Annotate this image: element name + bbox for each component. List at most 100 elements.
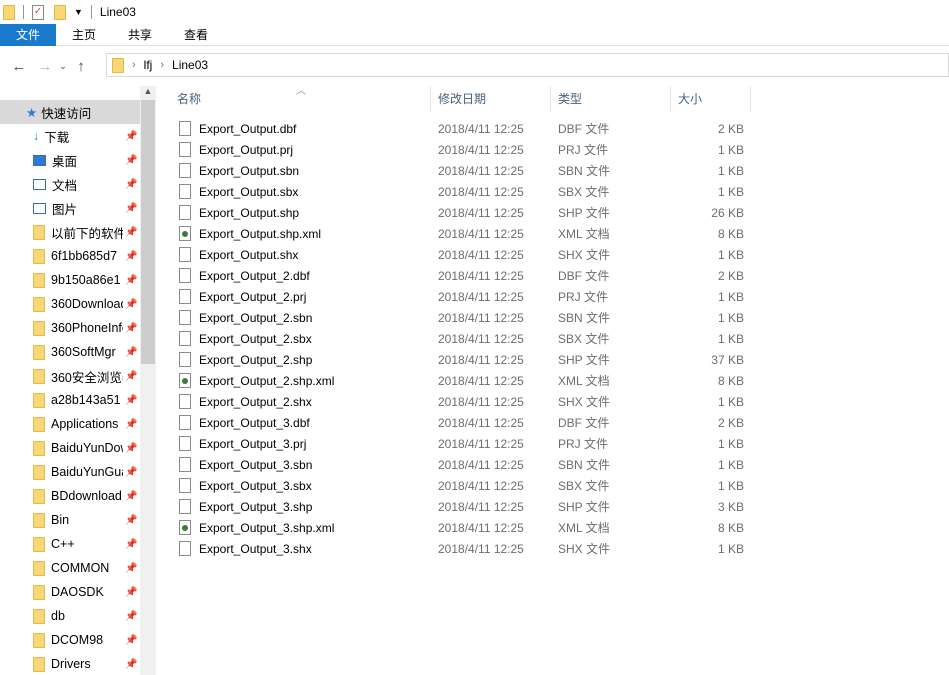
pin-icon[interactable]: 📌: [125, 539, 137, 550]
file-row[interactable]: Export_Output.shx 2018/4/11 12:25 SHX 文件 1 …: [174, 244, 754, 265]
pin-icon[interactable]: 📌: [125, 347, 137, 358]
sidebar-item[interactable]: DAOSDK 📌: [0, 580, 140, 604]
tab-view[interactable]: 查看: [168, 24, 224, 46]
pin-icon[interactable]: 📌: [125, 563, 137, 574]
pin-icon[interactable]: 📌: [125, 467, 137, 478]
sidebar-item[interactable]: 文档 📌: [0, 172, 140, 196]
pin-icon[interactable]: 📌: [125, 299, 137, 310]
sidebar-item[interactable]: BDdownload 📌: [0, 484, 140, 508]
file-row[interactable]: Export_Output_2.shp.xml 2018/4/11 12:25 XM…: [174, 370, 754, 391]
file-row[interactable]: Export_Output.dbf 2018/4/11 12:25 DBF 文件 2 …: [174, 118, 754, 139]
new-folder-icon[interactable]: [54, 4, 66, 20]
sidebar-item[interactable]: 360安全浏览器📌: [0, 364, 140, 388]
address-bar[interactable]: › lfj › Line03: [106, 53, 949, 77]
sidebar-item[interactable]: 桌面 📌: [0, 148, 140, 172]
sidebar-item-quick-access[interactable]: ★ 快速访问: [0, 100, 140, 124]
file-row[interactable]: Export_Output_3.shx 2018/4/11 12:25 SHX 文件…: [174, 538, 754, 559]
file-row[interactable]: Export_Output.prj 2018/4/11 12:25 PRJ 文件 1 …: [174, 139, 754, 160]
up-button[interactable]: ↑: [70, 58, 92, 75]
sidebar-item[interactable]: Bin 📌: [0, 508, 140, 532]
column-header-name[interactable]: 名称: [170, 86, 431, 112]
sidebar-item[interactable]: 6f1bb685d7 📌: [0, 244, 140, 268]
back-button[interactable]: ←: [8, 58, 30, 75]
sidebar-item[interactable]: 以前下的软件 📌: [0, 220, 140, 244]
file-name: Export_Output.shx: [199, 247, 299, 262]
pin-icon[interactable]: 📌: [125, 659, 137, 670]
file-size: 1 KB: [717, 478, 744, 493]
file-row[interactable]: Export_Output.sbn 2018/4/11 12:25 SBN 文件 1 …: [174, 160, 754, 181]
sidebar-item[interactable]: BaiduYunGuanjia📌: [0, 460, 140, 484]
sidebar-item[interactable]: 360Downloads📌: [0, 292, 140, 316]
sidebar-item[interactable]: 360PhoneInfo 📌: [0, 316, 140, 340]
pin-icon[interactable]: 📌: [125, 395, 137, 406]
pin-icon[interactable]: 📌: [125, 587, 137, 598]
pin-icon[interactable]: 📌: [125, 611, 137, 622]
scrollbar-thumb[interactable]: [141, 100, 155, 364]
pin-icon[interactable]: 📌: [125, 251, 137, 262]
sidebar-item-label: 桌面: [52, 154, 78, 169]
pin-icon[interactable]: 📌: [125, 491, 137, 502]
pin-icon[interactable]: 📌: [125, 443, 137, 454]
navigation-pane-scrollbar[interactable]: ▲: [140, 86, 156, 675]
file-row[interactable]: Export_Output_3.shp.xml 2018/4/11 12:25 XM…: [174, 517, 754, 538]
file-row[interactable]: Export_Output.shp.xml 2018/4/11 12:25 XML …: [174, 223, 754, 244]
customize-toolbar-icon[interactable]: ▼: [74, 7, 83, 17]
file-row[interactable]: Export_Output_2.sbx 2018/4/11 12:25 SBX 文件…: [174, 328, 754, 349]
column-header-type[interactable]: 类型: [551, 86, 671, 112]
column-header-size[interactable]: 大小: [671, 86, 751, 112]
forward-button[interactable]: →: [34, 58, 56, 75]
sidebar-item[interactable]: Applications 📌: [0, 412, 140, 436]
scroll-up-icon[interactable]: ▲: [140, 86, 156, 100]
sidebar-item[interactable]: db 📌: [0, 604, 140, 628]
file-row[interactable]: Export_Output_3.sbx 2018/4/11 12:25 SBX 文件…: [174, 475, 754, 496]
sidebar-item[interactable]: ↓ 下载 📌: [0, 124, 140, 148]
tab-share[interactable]: 共享: [112, 24, 168, 46]
pin-icon[interactable]: 📌: [125, 155, 137, 166]
breadcrumb-lfj[interactable]: lfj: [144, 58, 153, 72]
sidebar-item[interactable]: a28b143a51 📌: [0, 388, 140, 412]
pin-icon[interactable]: 📌: [125, 227, 137, 238]
sidebar-item[interactable]: BaiduYunDownload📌: [0, 436, 140, 460]
column-header-date[interactable]: 修改日期: [431, 86, 551, 112]
tab-home[interactable]: 主页: [56, 24, 112, 46]
pin-icon[interactable]: 📌: [125, 515, 137, 526]
sidebar-item[interactable]: C++ 📌: [0, 532, 140, 556]
pin-icon[interactable]: 📌: [125, 203, 137, 214]
sidebar-item[interactable]: 9b150a86e1 📌: [0, 268, 140, 292]
file-date: 2018/4/11 12:25: [438, 457, 524, 472]
file-row[interactable]: Export_Output_2.shp 2018/4/11 12:25 SHP 文件…: [174, 349, 754, 370]
recent-locations-chevron-icon[interactable]: ⌄: [56, 61, 70, 72]
file-date: 2018/4/11 12:25: [438, 247, 524, 262]
file-row[interactable]: Export_Output_2.prj 2018/4/11 12:25 PRJ 文件…: [174, 286, 754, 307]
chevron-right-icon[interactable]: ›: [160, 59, 164, 71]
sidebar-item[interactable]: DCOM98 📌: [0, 628, 140, 652]
pin-icon[interactable]: 📌: [125, 179, 137, 190]
chevron-right-icon[interactable]: ›: [132, 59, 136, 71]
file-row[interactable]: Export_Output_3.shp 2018/4/11 12:25 SHP 文件…: [174, 496, 754, 517]
sidebar-item[interactable]: COMMON 📌: [0, 556, 140, 580]
file-row[interactable]: Export_Output_3.sbn 2018/4/11 12:25 SBN 文件…: [174, 454, 754, 475]
tab-file[interactable]: 文件: [0, 24, 56, 46]
file-row[interactable]: Export_Output_3.prj 2018/4/11 12:25 PRJ 文件…: [174, 433, 754, 454]
pin-icon[interactable]: 📌: [125, 275, 137, 286]
pin-icon[interactable]: 📌: [125, 419, 137, 430]
file-row[interactable]: Export_Output.sbx 2018/4/11 12:25 SBX 文件 1 …: [174, 181, 754, 202]
pin-icon[interactable]: 📌: [125, 635, 137, 646]
file-row[interactable]: Export_Output_2.sbn 2018/4/11 12:25 SBN 文件…: [174, 307, 754, 328]
folder-icon: [33, 392, 45, 408]
sidebar-item[interactable]: 图片 📌: [0, 196, 140, 220]
file-row[interactable]: Export_Output_2.shx 2018/4/11 12:25 SHX 文件…: [174, 391, 754, 412]
file-icon: [179, 478, 191, 493]
pin-icon[interactable]: 📌: [125, 371, 137, 382]
properties-icon[interactable]: ✓: [32, 4, 44, 20]
sidebar-item-label: BaiduYunDownload: [51, 441, 123, 455]
file-row[interactable]: Export_Output_2.dbf 2018/4/11 12:25 DBF 文件…: [174, 265, 754, 286]
pin-icon[interactable]: 📌: [125, 323, 137, 334]
sidebar-item[interactable]: 360SoftMgr 📌: [0, 340, 140, 364]
file-type: PRJ 文件: [558, 143, 609, 157]
file-row[interactable]: Export_Output_3.dbf 2018/4/11 12:25 DBF 文件…: [174, 412, 754, 433]
pin-icon[interactable]: 📌: [125, 131, 137, 142]
sidebar-item[interactable]: Drivers 📌: [0, 652, 140, 675]
file-row[interactable]: Export_Output.shp 2018/4/11 12:25 SHP 文件 26…: [174, 202, 754, 223]
breadcrumb-line03[interactable]: Line03: [172, 58, 208, 72]
